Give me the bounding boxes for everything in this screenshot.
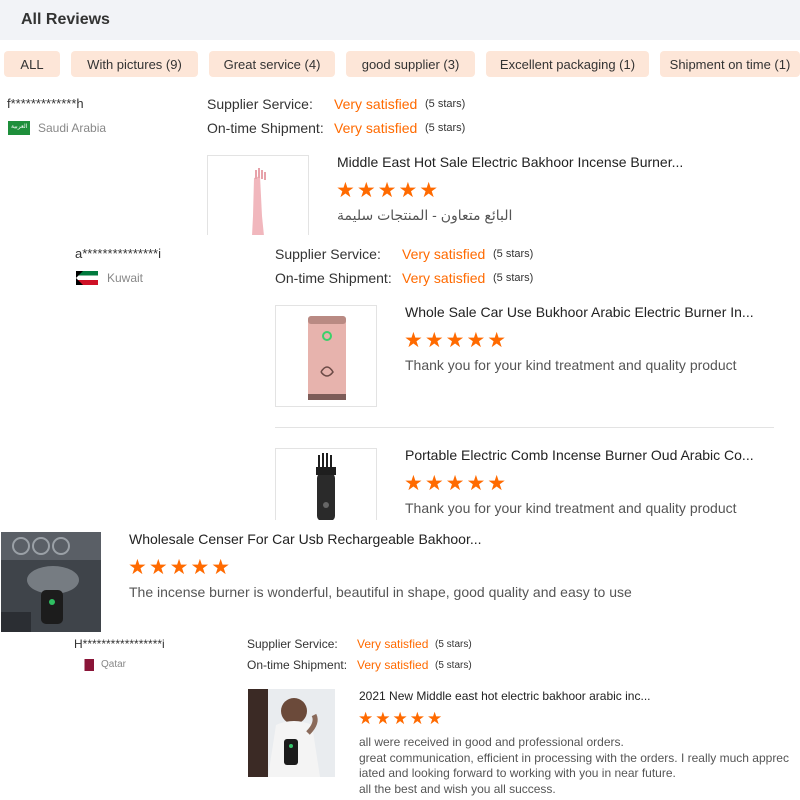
product-title[interactable]: Wholesale Censer For Car Usb Rechargeabl… bbox=[129, 531, 482, 547]
shipment-value: Very satisfied bbox=[357, 658, 429, 672]
comb-burner-product-image bbox=[316, 453, 336, 520]
supplier-service-stars: (5 stars) bbox=[425, 98, 466, 110]
buyer-name: a***************i bbox=[75, 246, 162, 261]
shipment-stars: (5 stars) bbox=[425, 122, 466, 134]
shipment-stars: (5 stars) bbox=[435, 660, 472, 671]
saudi-arabia-flag-icon bbox=[8, 121, 30, 135]
product-thumbnail[interactable] bbox=[275, 448, 377, 520]
supplier-service-label: Supplier Service: bbox=[207, 96, 313, 112]
product-title[interactable]: Portable Electric Comb Incense Burner Ou… bbox=[405, 447, 754, 463]
star-rating: ★★★★★ bbox=[404, 329, 509, 352]
review-comment: The incense burner is wonderful, beautif… bbox=[129, 584, 632, 600]
shipment-label: On-time Shipment: bbox=[247, 658, 348, 672]
product-thumbnail[interactable] bbox=[1, 532, 101, 632]
review-comment: Thank you for your kind treatment and qu… bbox=[405, 357, 737, 373]
supplier-service-value: Very satisfied bbox=[334, 96, 418, 112]
buyer-country: Qatar bbox=[101, 659, 127, 670]
filter-chip-good-supplier[interactable]: good supplier (3) bbox=[346, 51, 475, 77]
qatar-flag-icon bbox=[81, 659, 94, 671]
product-thumbnail[interactable] bbox=[275, 305, 377, 407]
filter-chip-great-service[interactable]: Great service (4) bbox=[209, 51, 335, 77]
supplier-service-label: Supplier Service: bbox=[247, 637, 338, 651]
review-comment-line: all the best and wish you all success. bbox=[359, 782, 556, 796]
comb-burner-product-image bbox=[252, 168, 266, 235]
supplier-service-label: Supplier Service: bbox=[275, 246, 381, 262]
star-rating: ★★★★★ bbox=[128, 556, 233, 579]
supplier-service-value: Very satisfied bbox=[402, 246, 486, 262]
review-comment-line: great communication, efficient in proces… bbox=[359, 751, 789, 765]
buyer-country: Kuwait bbox=[107, 271, 144, 285]
reviews-header: All Reviews bbox=[0, 0, 800, 40]
person-holding-burner-image bbox=[248, 689, 335, 777]
product-thumbnail[interactable] bbox=[248, 689, 335, 777]
buyer-name: f*************h bbox=[7, 96, 84, 111]
car-burner-product-image bbox=[308, 316, 346, 400]
product-divider bbox=[275, 427, 774, 428]
shipment-label: On-time Shipment: bbox=[275, 270, 392, 286]
review-comment-line: all were received in good and profession… bbox=[359, 735, 624, 749]
star-rating: ★★★★★ bbox=[358, 709, 445, 728]
review-comment-line: iated and looking forward to working wit… bbox=[359, 766, 676, 780]
product-title[interactable]: Middle East Hot Sale Electric Bakhoor In… bbox=[337, 154, 683, 170]
review-comment: البائع متعاون - المنتجات سليمة bbox=[337, 207, 513, 223]
supplier-service-stars: (5 stars) bbox=[435, 639, 472, 650]
star-rating: ★★★★★ bbox=[404, 472, 509, 495]
page-title: All Reviews bbox=[21, 11, 110, 28]
shipment-stars: (5 stars) bbox=[493, 272, 534, 284]
filter-bar: ALL With pictures (9) Great service (4) … bbox=[0, 51, 800, 79]
buyer-name: H*****************i bbox=[74, 637, 165, 651]
star-rating: ★★★★★ bbox=[336, 179, 441, 202]
filter-chip-all[interactable]: ALL bbox=[4, 51, 60, 77]
supplier-service-value: Very satisfied bbox=[357, 637, 429, 651]
car-censer-product-image bbox=[1, 532, 101, 632]
filter-chip-shipment-on-time[interactable]: Shipment on time (1) bbox=[660, 51, 800, 77]
kuwait-flag-icon bbox=[76, 271, 98, 285]
product-thumbnail[interactable] bbox=[207, 155, 309, 235]
shipment-value: Very satisfied bbox=[402, 270, 486, 286]
product-title[interactable]: Whole Sale Car Use Bukhoor Arabic Electr… bbox=[405, 304, 754, 320]
product-title[interactable]: 2021 New Middle east hot electric bakhoo… bbox=[359, 689, 651, 703]
shipment-value: Very satisfied bbox=[334, 120, 418, 136]
buyer-country: Saudi Arabia bbox=[38, 121, 107, 135]
review-comment: Thank you for your kind treatment and qu… bbox=[405, 500, 737, 516]
supplier-service-stars: (5 stars) bbox=[493, 248, 534, 260]
filter-chip-excellent-packaging[interactable]: Excellent packaging (1) bbox=[486, 51, 649, 77]
shipment-label: On-time Shipment: bbox=[207, 120, 324, 136]
filter-chip-with-pictures[interactable]: With pictures (9) bbox=[71, 51, 198, 77]
